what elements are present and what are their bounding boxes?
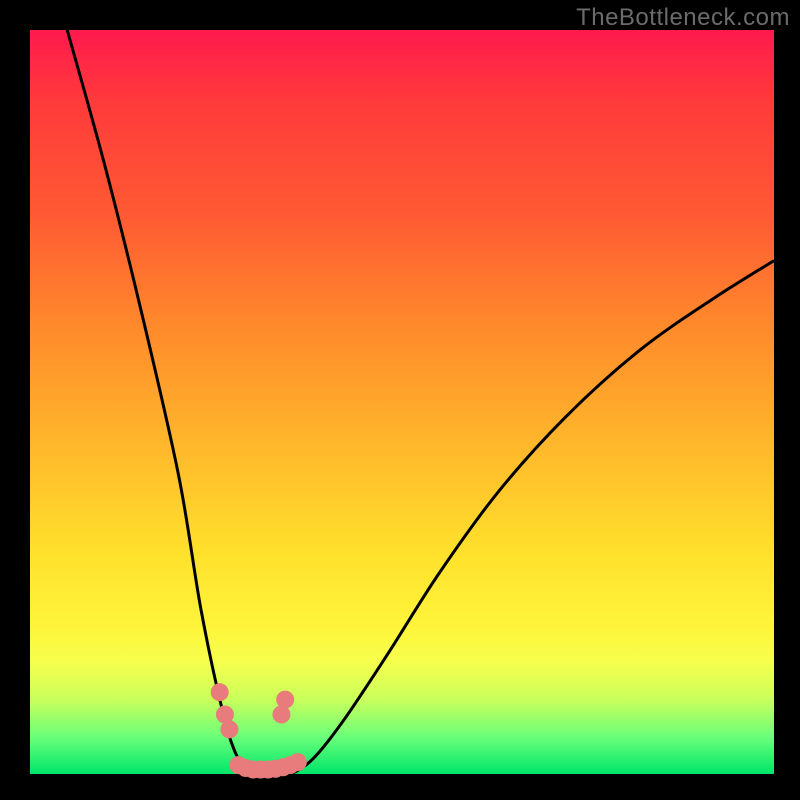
chart-container: TheBottleneck.com [0, 0, 800, 800]
marker-dot [289, 753, 307, 771]
marker-dot [220, 720, 238, 738]
plot-gradient-background [30, 30, 774, 774]
marker-dots-group [211, 683, 307, 778]
marker-dot [211, 683, 229, 701]
bottleneck-curve [67, 30, 774, 775]
watermark-text: TheBottleneck.com [576, 4, 790, 32]
chart-svg [30, 30, 774, 774]
marker-dot [276, 691, 294, 709]
